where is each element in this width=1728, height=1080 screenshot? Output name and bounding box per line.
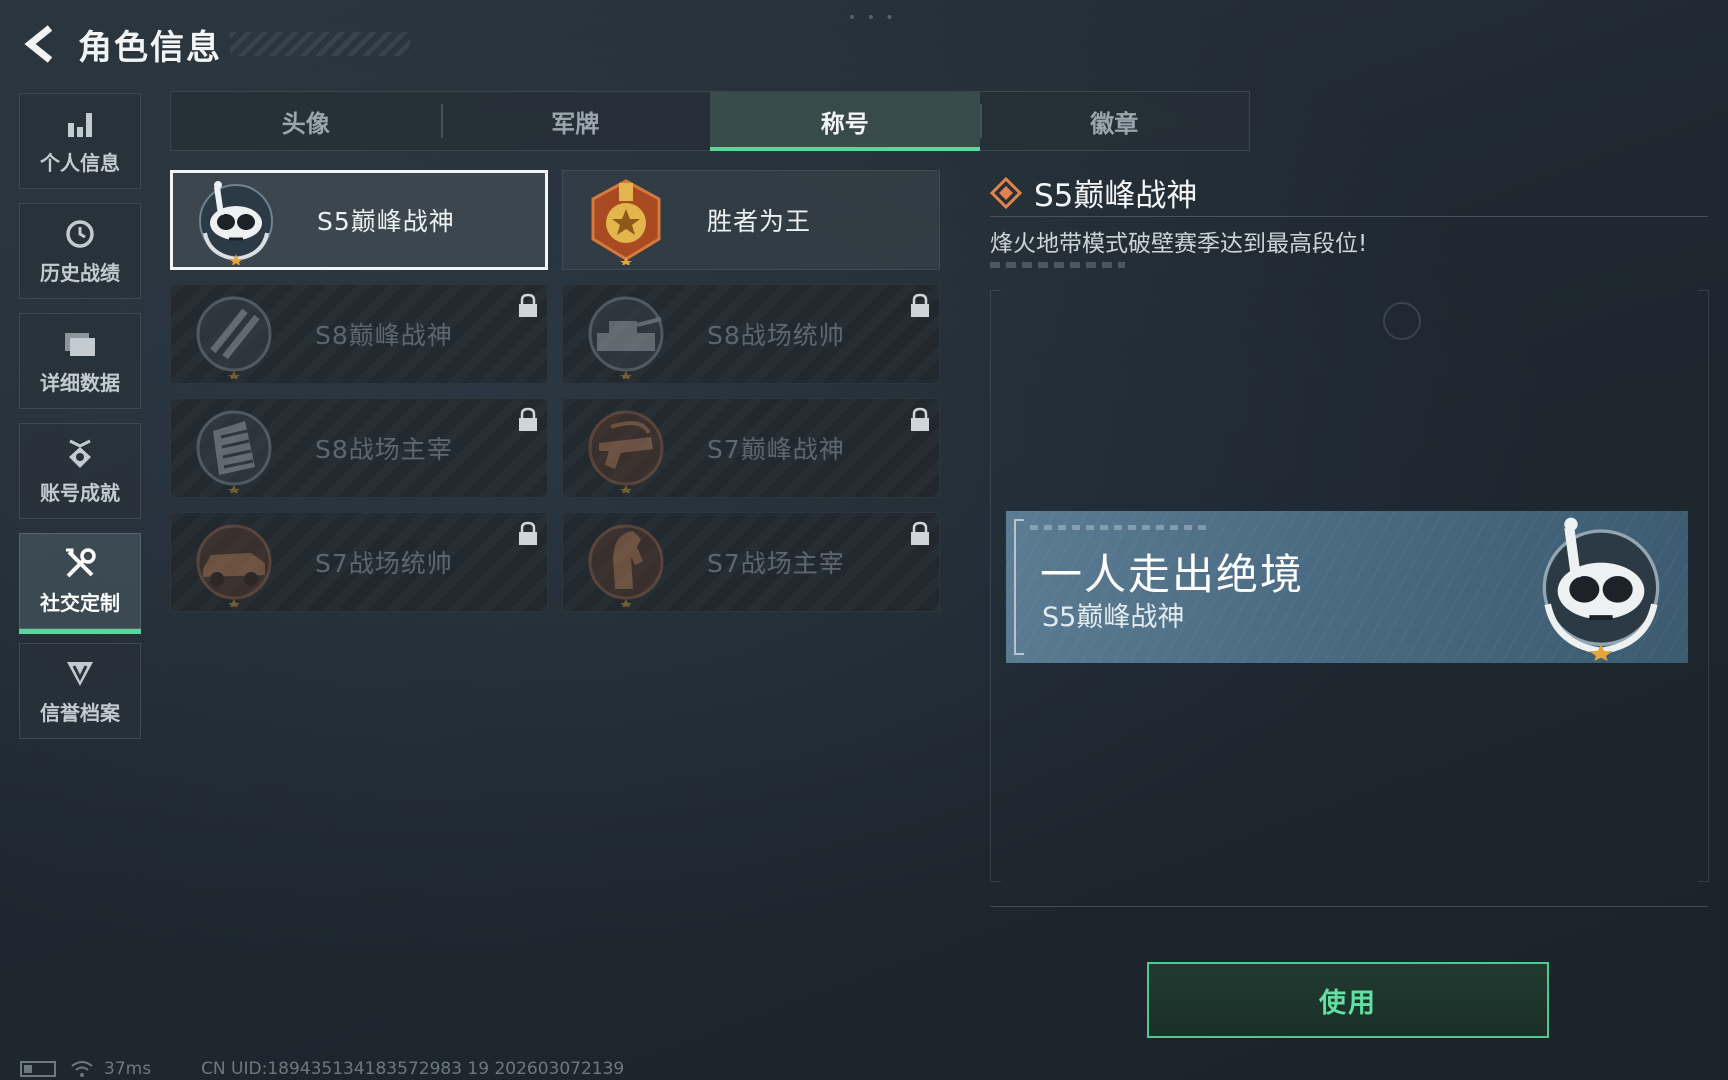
sidebar-item-personal-info[interactable]: 个人信息 <box>19 93 141 189</box>
title-decoration <box>230 32 410 56</box>
folder-icon <box>63 327 97 361</box>
sidebar-item-label: 社交定制 <box>40 590 120 615</box>
lock-icon <box>911 407 929 431</box>
title-card[interactable]: S8战场主宰 <box>170 398 548 498</box>
title-grid: S5巅峰战神 胜者为王 S8巅峰战神 S8战场统帅 S8战场主宰 S7巅峰战神 … <box>170 170 940 612</box>
tab-badge[interactable]: 徽章 <box>979 92 1250 150</box>
preview-bracket <box>1014 519 1024 655</box>
frame-bracket-left <box>990 290 1001 882</box>
detail-divider <box>990 216 1708 217</box>
vehicle-emblem-icon <box>196 524 272 607</box>
title-card[interactable]: S7战场主宰 <box>562 512 940 612</box>
sidebar-item-history[interactable]: 历史战绩 <box>19 203 141 299</box>
frame-bracket-right <box>1698 290 1709 882</box>
sidebar-item-label: 信誉档案 <box>40 700 120 725</box>
top-handle-icon: • • • <box>848 10 897 26</box>
title-preview-card: 一人走出绝境 S5巅峰战神 <box>1006 511 1688 663</box>
sidebar-item-label: 详细数据 <box>40 370 120 395</box>
battery-icon <box>20 1061 56 1077</box>
detail-header: S5巅峰战神 <box>990 170 1197 215</box>
wifi-icon <box>71 1061 93 1077</box>
lock-icon <box>519 407 537 431</box>
lock-icon <box>911 521 929 545</box>
lock-icon <box>519 521 537 545</box>
sidebar-item-label: 历史战绩 <box>40 260 120 285</box>
sidebar-item-detailed-data[interactable]: 详细数据 <box>19 313 141 409</box>
diver-mask-emblem-icon <box>199 181 273 265</box>
gun-emblem-icon <box>588 410 664 493</box>
title-name: S8战场统帅 <box>707 321 845 350</box>
detail-description: 烽火地带模式破壁赛季达到最高段位! <box>990 231 1368 257</box>
detail-subtext-decoration <box>990 262 1125 268</box>
preview-sub-text: S5巅峰战神 <box>1042 602 1185 633</box>
back-arrow-icon[interactable] <box>22 24 58 64</box>
title-name: S8巅峰战神 <box>315 321 453 350</box>
target-ring-icon <box>1383 302 1421 340</box>
diamond-icon <box>990 176 1022 209</box>
sidebar: 个人信息 历史战绩 详细数据 账号成就 社交定制 信誉档案 <box>19 93 143 753</box>
diver-mask-emblem-icon <box>1542 517 1660 661</box>
bottom-divider <box>990 906 1708 907</box>
uid-text: CN UID:189435134183572983 19 20260307213… <box>201 1059 625 1079</box>
sidebar-item-achievements[interactable]: 账号成就 <box>19 423 141 519</box>
header: 角色信息 <box>22 20 222 68</box>
tab-title[interactable]: 称号 <box>710 92 980 151</box>
title-card[interactable]: S7战场统帅 <box>170 512 548 612</box>
sidebar-item-social-custom[interactable]: 社交定制 <box>19 533 141 634</box>
status-footer: 37ms CN UID:189435134183572983 19 202603… <box>20 1058 624 1080</box>
page-title: 角色信息 <box>78 27 222 68</box>
history-icon <box>63 217 97 251</box>
title-name: 胜者为王 <box>707 207 812 236</box>
ping-text: 37ms <box>104 1059 152 1079</box>
title-name: S7战场统帅 <box>315 549 453 578</box>
title-card[interactable]: S8战场统帅 <box>562 284 940 384</box>
tank-emblem-icon <box>588 296 664 379</box>
horse-emblem-icon <box>588 524 664 607</box>
preview-main-text: 一人走出绝境 <box>1040 550 1305 599</box>
sidebar-item-reputation[interactable]: 信誉档案 <box>19 643 141 739</box>
title-card[interactable]: S5巅峰战神 <box>170 170 548 270</box>
tools-icon <box>63 547 97 581</box>
title-name: S5巅峰战神 <box>317 207 455 236</box>
shield-icon <box>63 657 97 691</box>
lock-icon <box>911 293 929 317</box>
title-name: S7巅峰战神 <box>707 435 845 464</box>
use-button[interactable]: 使用 <box>1147 962 1549 1038</box>
building-emblem-icon <box>196 410 272 493</box>
title-name: S8战场主宰 <box>315 435 453 464</box>
detail-title: S5巅峰战神 <box>1034 178 1198 214</box>
sidebar-item-label: 账号成就 <box>40 480 120 505</box>
sidebar-item-label: 个人信息 <box>40 150 120 175</box>
title-card[interactable]: 胜者为王 <box>562 170 940 270</box>
achievement-icon <box>63 437 97 471</box>
title-name: S7战场主宰 <box>707 549 845 578</box>
gold-medal-emblem-icon <box>591 179 661 265</box>
category-tabs: 头像 军牌 称号 徽章 <box>170 91 1250 151</box>
tab-avatar[interactable]: 头像 <box>171 92 441 150</box>
title-card[interactable]: S8巅峰战神 <box>170 284 548 384</box>
title-card[interactable]: S7巅峰战神 <box>562 398 940 498</box>
tab-dog-tag[interactable]: 军牌 <box>440 92 711 150</box>
bar-chart-icon <box>63 107 97 141</box>
preview-tiny-decoration <box>1030 525 1210 530</box>
lock-icon <box>519 293 537 317</box>
slash-emblem-icon <box>196 296 272 379</box>
